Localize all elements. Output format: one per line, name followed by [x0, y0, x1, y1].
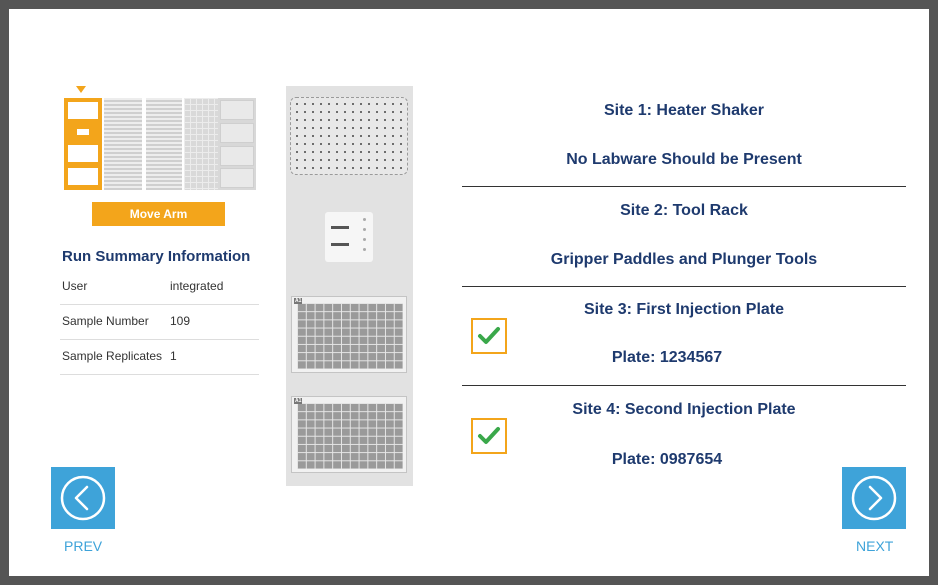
move-arm-button[interactable]: Move Arm	[92, 202, 225, 226]
plate-a1-label: A1	[294, 398, 303, 404]
map-slot	[68, 168, 98, 185]
tool-slot	[331, 226, 349, 229]
plate-wells	[297, 403, 403, 469]
prev-button[interactable]	[51, 467, 115, 529]
plate-a1-label: A1	[294, 298, 303, 304]
site-divider	[462, 186, 906, 187]
site-divider	[462, 385, 906, 386]
heater-shaker-site	[290, 97, 408, 175]
site3-title: Site 3: First Injection Plate	[583, 301, 785, 318]
run-summary-table: User integrated Sample Number 109 Sample…	[60, 270, 259, 375]
summary-label: Sample Number	[62, 314, 149, 328]
site4-detail: Plate: 0987654	[611, 451, 723, 468]
tool-rack-dot	[363, 248, 366, 251]
tool-slot	[331, 243, 349, 246]
instrument-map-column[interactable]	[104, 98, 142, 190]
map-tile	[220, 100, 254, 120]
chevron-left-circle-icon	[60, 475, 106, 521]
site1-detail: No Labware Should be Present	[566, 151, 802, 168]
site4-confirm-checkbox[interactable]	[471, 418, 507, 454]
injection-plate-1: A1	[291, 296, 407, 373]
instrument-map-column[interactable]	[146, 98, 182, 190]
site4-title: Site 4: Second Injection Plate	[572, 401, 796, 418]
site2-detail: Gripper Paddles and Plunger Tools	[550, 251, 818, 268]
site2-title: Site 2: Tool Rack	[620, 202, 748, 219]
summary-row-user: User integrated	[60, 270, 259, 305]
summary-value: integrated	[170, 279, 224, 293]
injection-plate-2: A1	[291, 396, 407, 473]
next-label[interactable]: NEXT	[856, 538, 893, 554]
plate-wells	[297, 303, 403, 369]
summary-value: 1	[170, 349, 177, 363]
tool-rack-dot	[363, 238, 366, 241]
map-slot	[68, 102, 98, 119]
site3-detail: Plate: 1234567	[611, 349, 723, 366]
tool-rack-site	[325, 212, 373, 262]
map-tile	[220, 123, 254, 143]
run-summary-title: Run Summary Information	[62, 248, 251, 265]
instrument-map-column[interactable]	[184, 98, 218, 190]
tool-rack-dot	[363, 218, 366, 221]
instrument-map-selected-column[interactable]	[64, 98, 102, 190]
checkmark-icon	[478, 327, 500, 344]
summary-row-sample-number: Sample Number 109	[60, 305, 259, 340]
site-divider	[462, 286, 906, 287]
prev-label[interactable]: PREV	[64, 538, 102, 554]
summary-label: Sample Replicates	[62, 349, 163, 363]
next-button[interactable]	[842, 467, 906, 529]
summary-row-sample-replicates: Sample Replicates 1	[60, 340, 259, 375]
site1-title: Site 1: Heater Shaker	[603, 102, 765, 119]
summary-value: 109	[170, 314, 191, 328]
map-tile	[220, 146, 254, 166]
map-tile	[220, 168, 254, 188]
map-slot	[68, 145, 98, 162]
summary-label: User	[62, 279, 88, 293]
chevron-right-circle-icon	[851, 475, 897, 521]
map-slot-marker	[77, 129, 89, 135]
checkmark-icon	[478, 427, 500, 444]
arm-position-marker-icon	[76, 86, 86, 93]
tool-rack-dot	[363, 228, 366, 231]
